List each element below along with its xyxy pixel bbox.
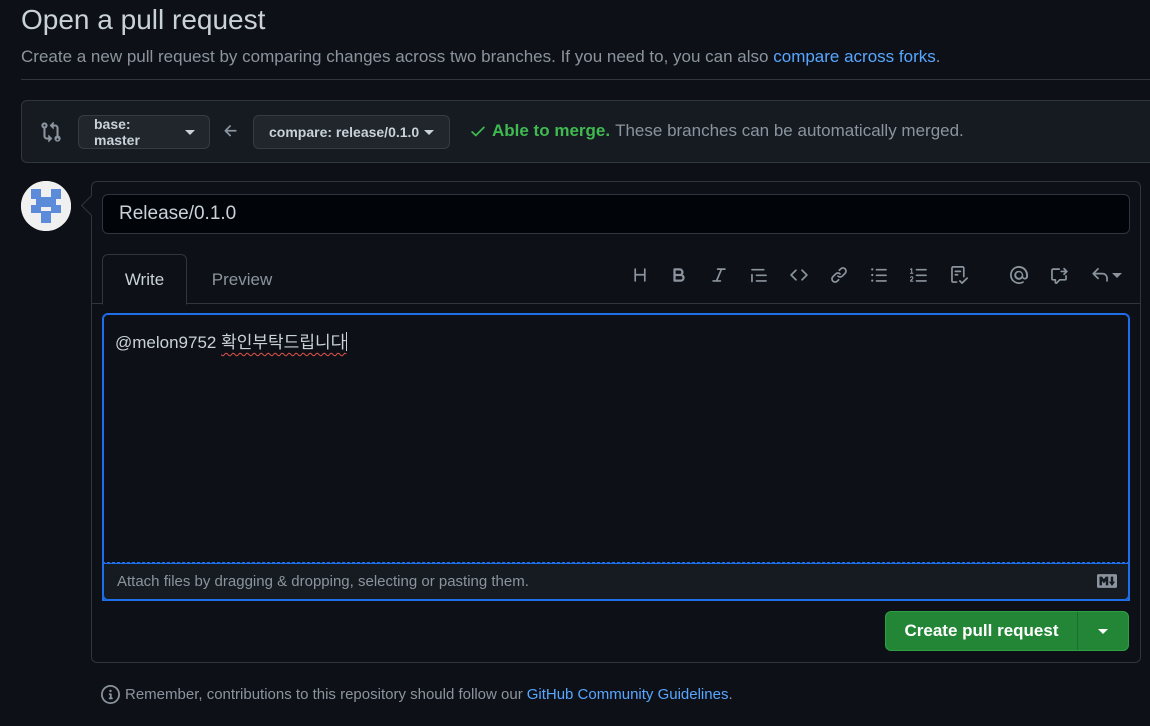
pr-body-content: @melon9752 확인부탁드립니다 bbox=[115, 328, 348, 353]
compare-branch-label: compare: release/0.1.0 bbox=[269, 124, 420, 140]
header-divider bbox=[21, 79, 1150, 80]
chevron-down-icon bbox=[1098, 628, 1108, 634]
subtitle-end: . bbox=[935, 47, 941, 66]
code-icon[interactable] bbox=[788, 264, 810, 286]
arrow-left-icon bbox=[224, 125, 237, 137]
heading-icon[interactable] bbox=[629, 264, 651, 286]
pull-request-composer: Release/0.1.0 Write Preview @melon9752 확… bbox=[91, 181, 1141, 663]
pr-body-textarea[interactable]: @melon9752 확인부탁드립니다 bbox=[102, 313, 1130, 601]
create-pull-request-button[interactable]: Create pull request bbox=[886, 612, 1078, 650]
compare-across-forks-link[interactable]: compare across forks bbox=[773, 47, 936, 66]
quote-icon[interactable] bbox=[748, 264, 770, 286]
base-branch-label: base: master bbox=[94, 116, 140, 148]
chevron-down-icon bbox=[1111, 272, 1122, 278]
chevron-down-icon bbox=[185, 129, 195, 135]
merge-status-text: These branches can be automatically merg… bbox=[615, 121, 964, 140]
info-icon bbox=[101, 685, 120, 704]
text-cursor bbox=[346, 332, 348, 351]
body-mention: @melon9752 bbox=[115, 333, 217, 352]
task-list-icon[interactable] bbox=[948, 264, 970, 286]
numbered-list-icon[interactable] bbox=[908, 264, 930, 286]
bulleted-list-icon[interactable] bbox=[868, 264, 890, 286]
range-editor: base: master compare: release/0.1.0 Able… bbox=[21, 100, 1150, 163]
contribution-note-end: . bbox=[728, 686, 733, 703]
merge-ok-label: Able to merge. bbox=[492, 121, 611, 140]
compare-branch-button[interactable]: compare: release/0.1.0 bbox=[253, 115, 450, 149]
editor-tabs: Write Preview bbox=[92, 254, 1140, 305]
reply-icon[interactable] bbox=[1088, 264, 1124, 286]
create-options-dropdown[interactable] bbox=[1078, 612, 1128, 650]
subtitle-text: Create a new pull request by comparing c… bbox=[21, 47, 769, 66]
italic-icon[interactable] bbox=[708, 264, 730, 286]
chevron-down-icon bbox=[424, 129, 435, 135]
tab-preview[interactable]: Preview bbox=[197, 254, 287, 305]
bold-icon[interactable] bbox=[668, 264, 690, 286]
base-branch-button[interactable]: base: master bbox=[78, 115, 210, 149]
pr-title-input[interactable]: Release/0.1.0 bbox=[102, 194, 1130, 234]
contribution-note-text: Remember, contributions to this reposito… bbox=[125, 686, 523, 703]
markdown-icon[interactable] bbox=[1097, 574, 1117, 588]
attach-files-bar[interactable]: Attach files by dragging & dropping, sel… bbox=[102, 562, 1130, 601]
tab-write[interactable]: Write bbox=[102, 254, 187, 305]
body-text: 확인부탁드립니다 bbox=[221, 333, 347, 352]
avatar[interactable] bbox=[21, 181, 71, 231]
contribution-note: Remember, contributions to this reposito… bbox=[101, 685, 733, 704]
create-pull-request-group: Create pull request bbox=[885, 611, 1129, 651]
attach-files-text: Attach files by dragging & dropping, sel… bbox=[117, 573, 529, 590]
page-subtitle: Create a new pull request by comparing c… bbox=[21, 47, 940, 67]
check-icon bbox=[471, 126, 485, 137]
mention-icon[interactable] bbox=[1008, 264, 1030, 286]
community-guidelines-link[interactable]: GitHub Community Guidelines bbox=[527, 686, 729, 703]
cross-reference-icon[interactable] bbox=[1048, 264, 1070, 286]
merge-status: Able to merge. These branches can be aut… bbox=[469, 121, 964, 141]
git-compare-icon bbox=[41, 121, 61, 143]
page-title: Open a pull request bbox=[21, 4, 266, 35]
link-icon[interactable] bbox=[828, 264, 850, 286]
identicon-image bbox=[21, 181, 71, 231]
